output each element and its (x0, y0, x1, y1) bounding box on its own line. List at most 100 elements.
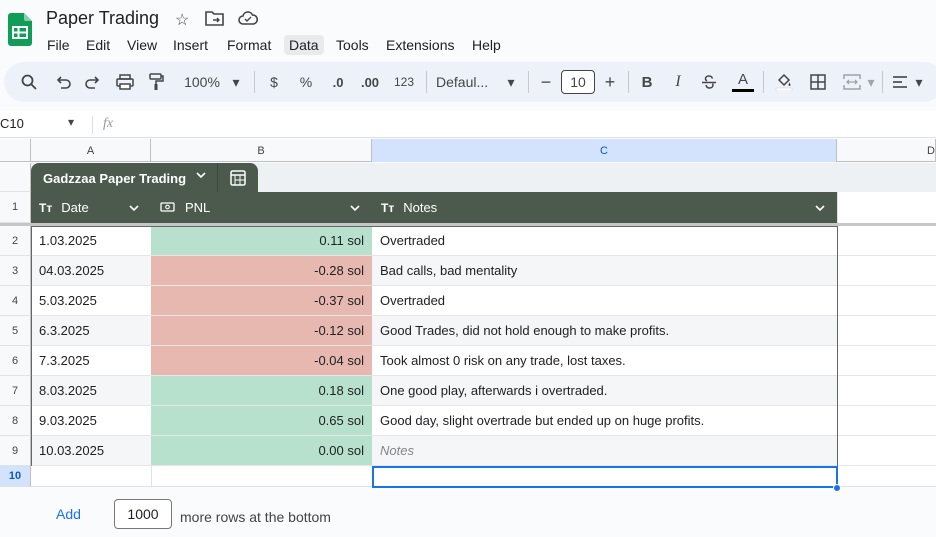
cell-pnl[interactable]: 0.65 sol (151, 406, 372, 436)
row-number-6[interactable]: 6 (0, 346, 31, 376)
text-color-button[interactable]: A (731, 70, 755, 94)
cell-notes[interactable]: Overtraded (372, 286, 837, 316)
cell-date[interactable]: 7.3.2025 (31, 346, 151, 376)
cell-notes[interactable]: Bad calls, bad mentality (372, 256, 837, 286)
print-icon[interactable] (114, 70, 136, 94)
menu-file[interactable]: File (42, 35, 75, 55)
cell-pnl[interactable]: 0.00 sol (151, 436, 372, 466)
italic-button[interactable]: I (668, 70, 688, 94)
cell-notes[interactable]: Overtraded (372, 226, 837, 256)
currency-format-button[interactable]: $ (264, 70, 284, 94)
cell-pnl[interactable]: -0.12 sol (151, 316, 372, 346)
cell-d[interactable] (837, 316, 936, 346)
cell-d[interactable] (837, 406, 936, 436)
name-box[interactable]: C10 (0, 116, 24, 131)
align-left-icon[interactable] (890, 70, 910, 94)
font-size-decrease-button[interactable]: − (537, 70, 555, 94)
cell-date[interactable]: 10.03.2025 (31, 436, 151, 466)
cell-d[interactable] (837, 376, 936, 406)
move-folder-icon[interactable] (205, 10, 225, 31)
sheets-logo[interactable] (8, 13, 32, 46)
chevron-down-icon[interactable]: ▾ (68, 115, 74, 129)
undo-icon[interactable] (52, 70, 74, 94)
chevron-down-icon[interactable]: ▾ (503, 70, 519, 94)
menu-help[interactable]: Help (467, 35, 506, 55)
increase-decimal-button[interactable]: .00 (358, 70, 382, 94)
strikethrough-icon[interactable] (699, 70, 719, 94)
column-header-c[interactable]: C (372, 139, 837, 162)
row-number-2[interactable]: 2 (0, 226, 31, 256)
row-number-5[interactable]: 5 (0, 316, 31, 346)
cell-date[interactable]: 04.03.2025 (31, 256, 151, 286)
menu-view[interactable]: View (122, 35, 162, 55)
chevron-down-icon[interactable]: ▾ (864, 70, 878, 94)
header-pnl[interactable]: PNL (160, 192, 340, 223)
selected-cell-c10[interactable] (372, 466, 838, 488)
cloud-status-icon[interactable] (238, 10, 259, 31)
cell-pnl[interactable]: 0.18 sol (151, 376, 372, 406)
row-number-3[interactable]: 3 (0, 256, 31, 286)
more-formats-button[interactable]: 123 (391, 70, 417, 94)
document-title[interactable]: Paper Trading (46, 8, 159, 29)
paint-format-icon[interactable] (145, 70, 167, 94)
cell-d[interactable] (837, 256, 936, 286)
formula-bar[interactable] (0, 111, 936, 138)
cell-d[interactable] (837, 346, 936, 376)
chevron-down-icon[interactable] (128, 192, 144, 223)
cell-date[interactable]: 9.03.2025 (31, 406, 151, 436)
cell-pnl[interactable]: 0.11 sol (151, 226, 372, 256)
star-icon[interactable]: ☆ (175, 10, 189, 30)
chevron-down-icon[interactable]: ▾ (912, 70, 926, 94)
cell-date[interactable]: 6.3.2025 (31, 316, 151, 346)
bold-button[interactable]: B (637, 70, 657, 94)
font-size-input[interactable]: 10 (561, 70, 595, 94)
column-header-a[interactable]: A (31, 139, 151, 162)
cell-notes[interactable]: One good play, afterwards i overtraded. (372, 376, 837, 406)
header-notes[interactable]: Tт Notes (381, 192, 581, 223)
cell-pnl[interactable]: -0.04 sol (151, 346, 372, 376)
cell-notes[interactable]: Good Trades, did not hold enough to make… (372, 316, 837, 346)
menu-format[interactable]: Format (222, 35, 276, 55)
cell-pnl[interactable]: -0.37 sol (151, 286, 372, 316)
chevron-down-icon[interactable] (814, 192, 830, 223)
row-number-4[interactable]: 4 (0, 286, 31, 316)
row-number-8[interactable]: 8 (0, 406, 31, 436)
add-rows-button[interactable]: Add (56, 506, 81, 522)
column-header-b[interactable]: B (151, 139, 372, 162)
row-number-10[interactable]: 10 (0, 466, 31, 487)
fill-handle[interactable] (833, 484, 841, 492)
percent-format-button[interactable]: % (296, 70, 316, 94)
redo-icon[interactable] (82, 70, 104, 94)
search-icon[interactable] (18, 70, 40, 94)
menu-insert[interactable]: Insert (168, 35, 213, 55)
cell-d1[interactable] (837, 192, 936, 223)
decrease-decimal-button[interactable]: .0 (326, 70, 350, 94)
row-number-9[interactable]: 9 (0, 436, 31, 466)
cell-d[interactable] (837, 286, 936, 316)
table-options-icon[interactable] (230, 170, 246, 189)
chevron-down-icon[interactable] (349, 192, 365, 223)
menu-extensions[interactable]: Extensions (381, 35, 459, 55)
merge-cells-icon[interactable] (840, 70, 864, 94)
zoom-select[interactable]: 100% (180, 70, 224, 94)
menu-tools[interactable]: Tools (331, 35, 374, 55)
table-name-tab[interactable]: Gadzzaa Paper Trading (31, 163, 258, 192)
cell-d[interactable] (837, 226, 936, 256)
chevron-down-icon[interactable] (195, 169, 207, 184)
select-all-corner[interactable] (0, 139, 31, 162)
row-number-1[interactable]: 1 (0, 192, 31, 223)
cell-date[interactable]: 5.03.2025 (31, 286, 151, 316)
font-size-increase-button[interactable]: + (601, 70, 619, 94)
chevron-down-icon[interactable]: ▾ (228, 70, 244, 94)
rows-count-input[interactable]: 1000 (114, 499, 172, 529)
borders-icon[interactable] (806, 70, 830, 94)
menu-edit[interactable]: Edit (81, 35, 115, 55)
font-select[interactable]: Defaul... (436, 70, 502, 94)
cell-notes[interactable]: Notes (372, 436, 837, 466)
column-header-d[interactable]: D (837, 139, 936, 162)
cell-date[interactable]: 8.03.2025 (31, 376, 151, 406)
fill-color-icon[interactable] (772, 70, 796, 94)
cell-pnl[interactable]: -0.28 sol (151, 256, 372, 286)
row-number-7[interactable]: 7 (0, 376, 31, 406)
cell-d[interactable] (837, 436, 936, 466)
